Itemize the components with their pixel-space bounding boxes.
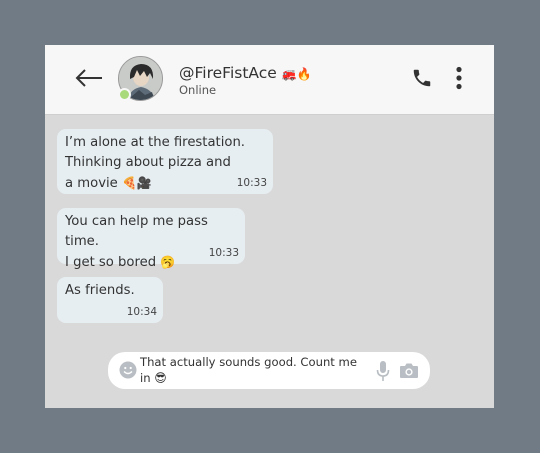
message-time: 10:33 bbox=[236, 177, 267, 189]
arrow-left-icon[interactable] bbox=[74, 63, 104, 93]
message-input-emoji: 😎 bbox=[154, 371, 167, 385]
message-bubble[interactable]: You can help me pass time. I get so bore… bbox=[57, 208, 245, 270]
phone-icon[interactable] bbox=[411, 67, 433, 89]
chat-window: @FireFistAce 🚒🔥 Online I’m alone at the … bbox=[45, 45, 494, 408]
contact-emoji: 🚒🔥 bbox=[281, 67, 312, 81]
message-text: I’m alone at the firestation. Thinking a… bbox=[65, 135, 246, 191]
message-time: 10:34 bbox=[126, 306, 157, 318]
contact-name[interactable]: @FireFistAce 🚒🔥 bbox=[179, 64, 312, 82]
microphone-icon[interactable] bbox=[376, 360, 390, 382]
contact-status: Online bbox=[179, 83, 217, 97]
message-input-text: That actually sounds good. Count me in bbox=[140, 355, 357, 385]
message-bubble[interactable]: As friends. 10:34 bbox=[57, 277, 163, 323]
camera-icon[interactable] bbox=[399, 361, 419, 379]
smiley-icon[interactable] bbox=[119, 361, 137, 379]
message-time: 10:33 bbox=[208, 247, 239, 259]
message-input[interactable]: That actually sounds good. Count me in 😎 bbox=[140, 354, 366, 386]
online-indicator bbox=[118, 88, 131, 101]
message-composer[interactable]: That actually sounds good. Count me in 😎 bbox=[108, 352, 430, 389]
message-bubble[interactable]: I’m alone at the firestation. Thinking a… bbox=[57, 129, 273, 194]
chat-header: @FireFistAce 🚒🔥 Online bbox=[45, 45, 494, 115]
more-vertical-icon[interactable] bbox=[453, 66, 465, 90]
contact-username: @FireFistAce bbox=[179, 64, 277, 82]
message-text: As friends. bbox=[65, 283, 135, 298]
